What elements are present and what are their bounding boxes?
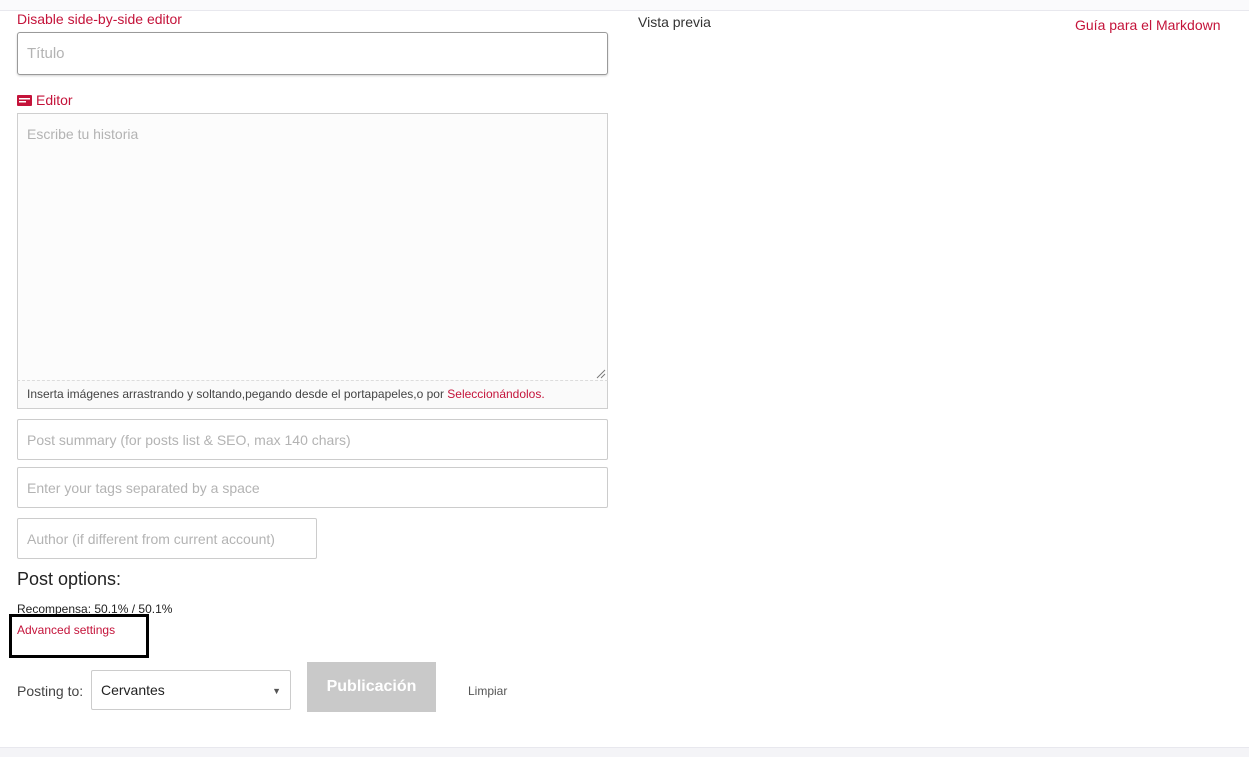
author-input[interactable] [17,518,317,559]
community-select[interactable]: Cervantes ▼ [91,670,291,710]
resize-handle-icon[interactable] [596,369,606,379]
clear-button[interactable]: Limpiar [468,684,507,698]
post-options-heading: Post options: [17,569,122,589]
post-summary-input[interactable] [17,419,608,460]
posting-to-label: Posting to: [17,683,84,699]
editor-toggle[interactable]: Editor [17,92,73,108]
upload-hint-text: Inserta imágenes arrastrando y soltando,… [27,387,448,401]
publish-button[interactable]: Publicación [307,662,436,712]
body-textarea[interactable] [17,113,608,381]
editor-label: Editor [36,92,73,108]
title-input[interactable] [17,32,608,75]
advanced-settings-link[interactable]: Advanced settings [17,623,115,637]
top-bar [0,0,1249,11]
select-images-link[interactable]: Seleccionándolos. [447,387,544,401]
tags-input[interactable] [17,467,608,508]
community-select-value: Cervantes [101,682,165,698]
disable-side-by-side-link[interactable]: Disable side-by-side editor [17,11,182,27]
image-upload-hint: Inserta imágenes arrastrando y soltando,… [17,380,608,409]
preview-label: Vista previa [638,14,711,30]
markdown-guide-link[interactable]: Guía para el Markdown [1075,17,1221,33]
bottom-bar [0,747,1249,757]
chevron-down-icon: ▼ [272,686,281,696]
editor-icon [17,94,32,106]
reward-text: Recompensa: 50.1% / 50.1% [17,602,173,615]
